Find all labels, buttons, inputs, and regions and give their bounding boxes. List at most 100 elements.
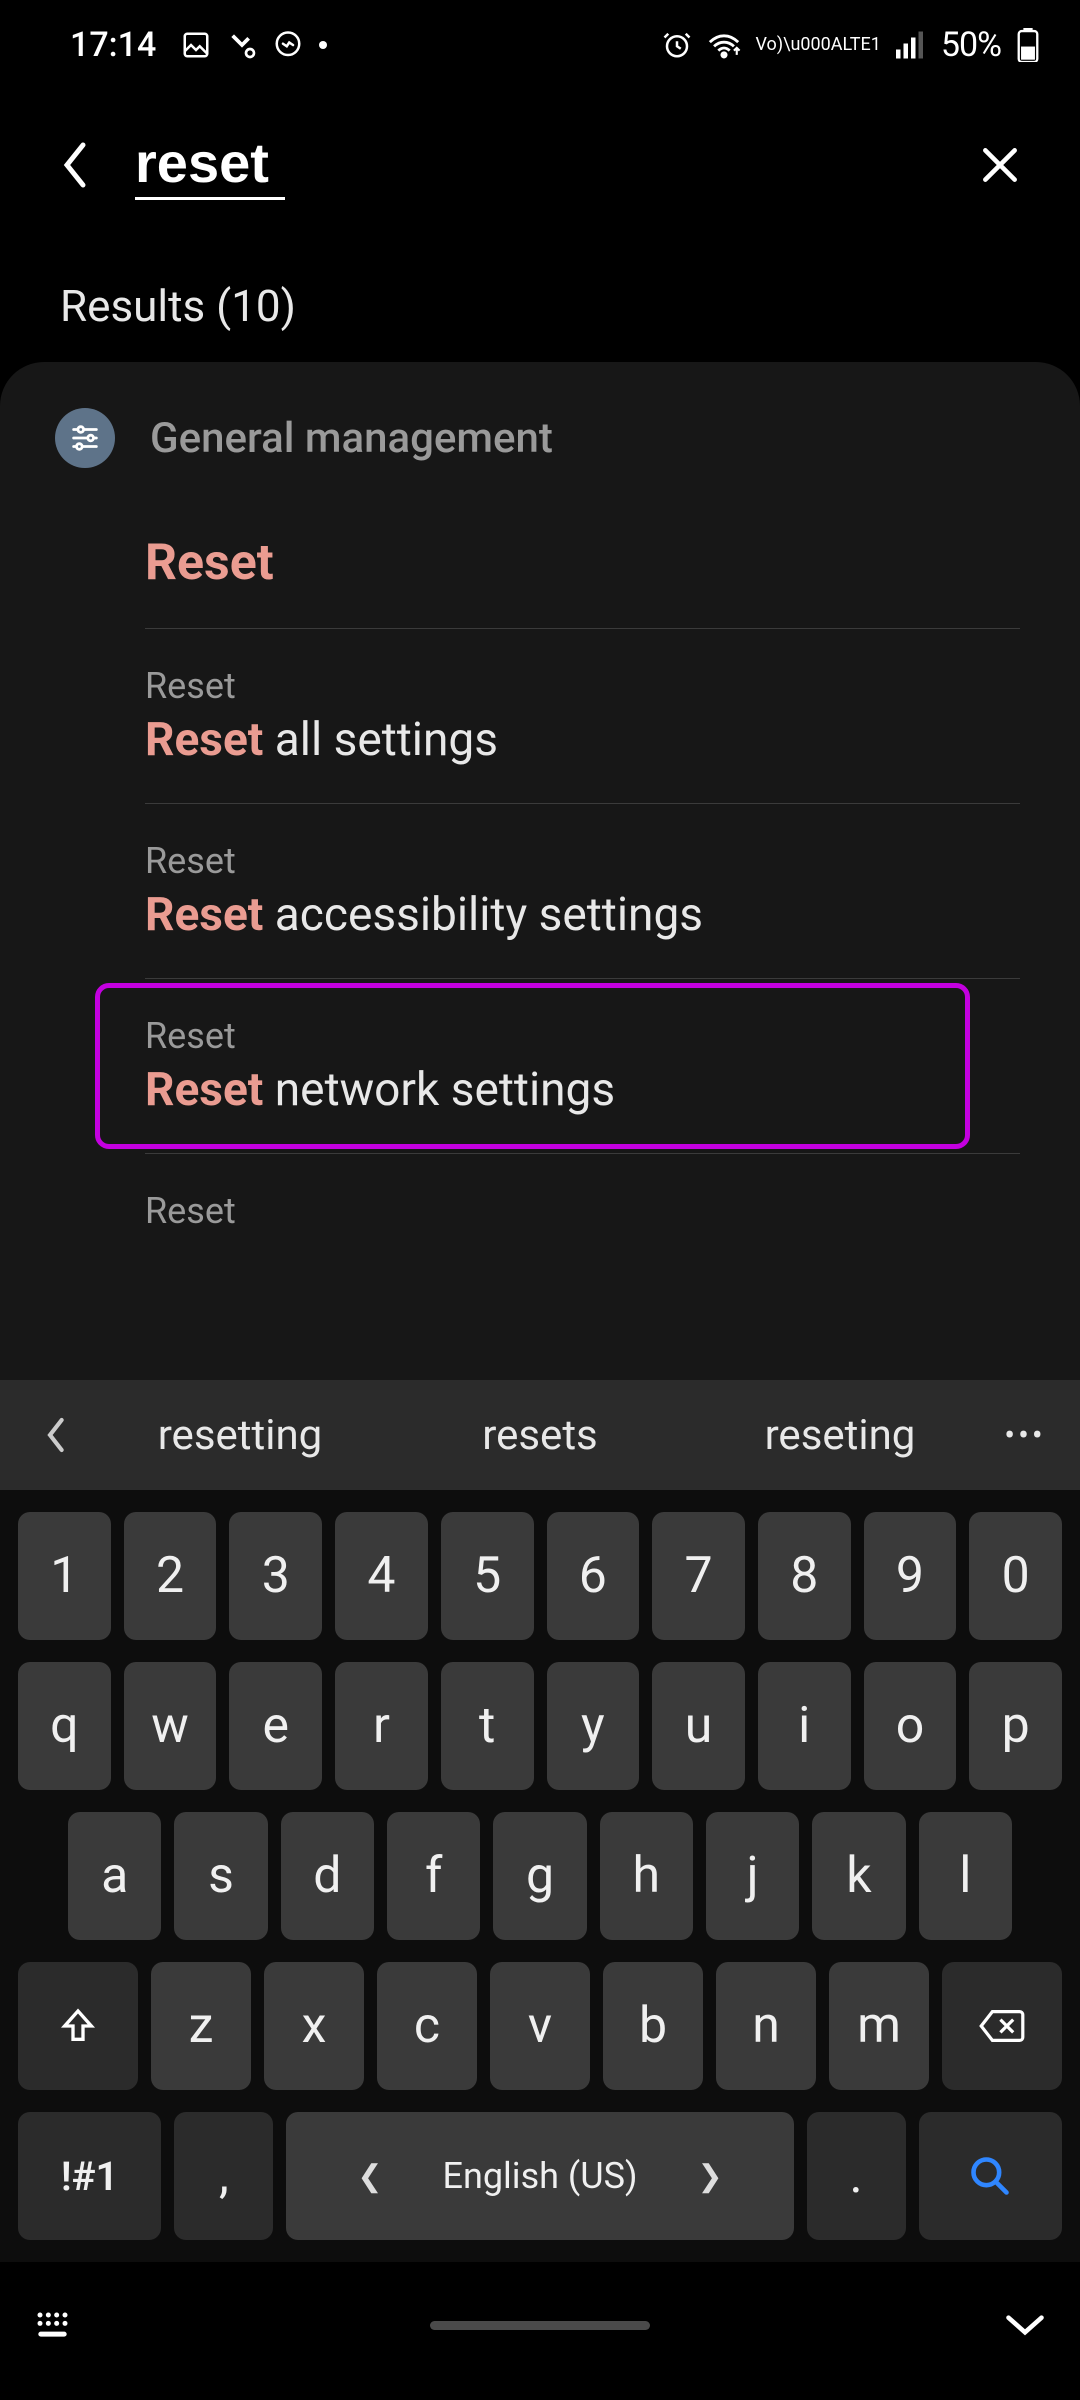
key-g[interactable]: g bbox=[493, 1812, 586, 1940]
suggestion-word-3[interactable]: reseting bbox=[690, 1411, 990, 1460]
result-item-reset-network[interactable]: Reset Reset network settings bbox=[145, 979, 1020, 1154]
key-h[interactable]: h bbox=[600, 1812, 693, 1940]
key-2[interactable]: 2 bbox=[124, 1512, 217, 1640]
key-space[interactable]: ❮ English (US) ❯ bbox=[286, 2112, 793, 2240]
match-highlight: Reset bbox=[145, 888, 263, 942]
key-8[interactable]: 8 bbox=[758, 1512, 851, 1640]
result-item-reset-accessibility[interactable]: Reset Reset accessibility settings bbox=[145, 804, 1020, 979]
clear-search-button[interactable] bbox=[970, 135, 1030, 195]
key-comma[interactable]: , bbox=[174, 2112, 273, 2240]
alarm-icon bbox=[662, 30, 692, 60]
key-n[interactable]: n bbox=[716, 1962, 816, 2090]
lte-icon: Vo)\u000ALTE1 bbox=[756, 36, 881, 54]
suggestion-more-button[interactable]: ••• bbox=[990, 1416, 1060, 1454]
result-breadcrumb: Reset bbox=[145, 665, 1020, 707]
key-9[interactable]: 9 bbox=[864, 1512, 957, 1640]
suggestion-word-1[interactable]: resetting bbox=[90, 1411, 390, 1460]
status-bar: 17:14 Vo)\u000ALTE1 50% bbox=[0, 0, 1080, 90]
kb-row-3: z x c v b n m bbox=[18, 1962, 1062, 2090]
results-panel: General management Reset Reset Reset all… bbox=[0, 362, 1080, 1462]
key-i[interactable]: i bbox=[758, 1662, 851, 1790]
status-time: 17:14 bbox=[70, 25, 156, 65]
key-symbols[interactable]: !#1 bbox=[18, 2112, 161, 2240]
key-f[interactable]: f bbox=[387, 1812, 480, 1940]
key-e[interactable]: e bbox=[229, 1662, 322, 1790]
battery-icon bbox=[1016, 28, 1040, 62]
key-v[interactable]: v bbox=[490, 1962, 590, 2090]
key-w[interactable]: w bbox=[124, 1662, 217, 1790]
missed-call-icon bbox=[226, 29, 258, 61]
key-3[interactable]: 3 bbox=[229, 1512, 322, 1640]
result-breadcrumb: Reset bbox=[145, 840, 1020, 882]
status-left: 17:14 bbox=[70, 25, 328, 65]
result-breadcrumb: Reset bbox=[145, 1015, 1020, 1057]
key-y[interactable]: y bbox=[547, 1662, 640, 1790]
result-item-reset[interactable]: Reset bbox=[145, 498, 1020, 629]
key-l[interactable]: l bbox=[919, 1812, 1012, 1940]
match-highlight: Reset bbox=[145, 534, 274, 592]
status-right: Vo)\u000ALTE1 50% bbox=[662, 25, 1041, 65]
key-p[interactable]: p bbox=[969, 1662, 1062, 1790]
back-button[interactable] bbox=[55, 135, 95, 195]
key-t[interactable]: t bbox=[441, 1662, 534, 1790]
results-count: Results (10) bbox=[0, 240, 1080, 362]
keyboard-suggestion-bar: resetting resets reseting ••• bbox=[0, 1380, 1080, 1490]
kb-row-1: q w e r t y u i o p bbox=[18, 1662, 1062, 1790]
key-c[interactable]: c bbox=[377, 1962, 477, 2090]
key-u[interactable]: u bbox=[652, 1662, 745, 1790]
key-m[interactable]: m bbox=[829, 1962, 929, 2090]
suggestion-back-button[interactable] bbox=[20, 1415, 90, 1455]
signal-icon bbox=[896, 31, 926, 59]
key-z[interactable]: z bbox=[151, 1962, 251, 2090]
key-period[interactable]: . bbox=[807, 2112, 906, 2240]
category-label: General management bbox=[150, 414, 553, 463]
result-item-reset-all[interactable]: Reset Reset all settings bbox=[145, 629, 1020, 804]
key-6[interactable]: 6 bbox=[547, 1512, 640, 1640]
hide-keyboard-button[interactable] bbox=[1000, 2310, 1050, 2340]
kb-row-4: !#1 , ❮ English (US) ❯ . bbox=[18, 2112, 1062, 2240]
kb-row-2: a s d f g h j k l bbox=[18, 1812, 1062, 1940]
key-a[interactable]: a bbox=[68, 1812, 161, 1940]
result-item-partial[interactable]: Reset bbox=[145, 1154, 1020, 1274]
result-text: all settings bbox=[263, 713, 498, 767]
key-0[interactable]: 0 bbox=[969, 1512, 1062, 1640]
keyboard-switch-icon[interactable] bbox=[30, 2310, 80, 2340]
result-breadcrumb: Reset bbox=[145, 1190, 1020, 1232]
key-d[interactable]: d bbox=[281, 1812, 374, 1940]
match-highlight: Reset bbox=[145, 713, 263, 767]
more-notifications-icon bbox=[318, 40, 328, 50]
gallery-icon bbox=[181, 30, 211, 60]
search-header bbox=[0, 90, 1080, 240]
key-o[interactable]: o bbox=[864, 1662, 957, 1790]
search-input[interactable] bbox=[135, 130, 285, 200]
suggestion-word-2[interactable]: resets bbox=[390, 1411, 690, 1460]
chevron-left-icon: ❮ bbox=[357, 2159, 382, 2194]
key-search[interactable] bbox=[919, 2112, 1062, 2240]
result-text: accessibility settings bbox=[263, 888, 703, 942]
wifi-icon bbox=[707, 30, 741, 60]
key-5[interactable]: 5 bbox=[441, 1512, 534, 1640]
key-x[interactable]: x bbox=[264, 1962, 364, 2090]
battery-percent: 50% bbox=[941, 25, 1001, 65]
key-k[interactable]: k bbox=[812, 1812, 905, 1940]
key-r[interactable]: r bbox=[335, 1662, 428, 1790]
result-text: network settings bbox=[263, 1063, 615, 1117]
navigation-bar bbox=[0, 2270, 1080, 2400]
key-4[interactable]: 4 bbox=[335, 1512, 428, 1640]
key-shift[interactable] bbox=[18, 1962, 138, 2090]
key-j[interactable]: j bbox=[706, 1812, 799, 1940]
key-q[interactable]: q bbox=[18, 1662, 111, 1790]
home-indicator[interactable] bbox=[430, 2321, 650, 2330]
key-7[interactable]: 7 bbox=[652, 1512, 745, 1640]
messenger-icon bbox=[273, 30, 303, 60]
key-s[interactable]: s bbox=[174, 1812, 267, 1940]
chevron-right-icon: ❯ bbox=[697, 2159, 722, 2194]
key-b[interactable]: b bbox=[603, 1962, 703, 2090]
kb-number-row: 1 2 3 4 5 6 7 8 9 0 bbox=[18, 1512, 1062, 1640]
result-list: Reset Reset Reset all settings Reset Res… bbox=[145, 498, 1020, 1274]
space-lang-label: English (US) bbox=[443, 2155, 638, 2197]
match-highlight: Reset bbox=[145, 1063, 263, 1117]
category-row[interactable]: General management bbox=[55, 402, 1020, 498]
key-1[interactable]: 1 bbox=[18, 1512, 111, 1640]
key-backspace[interactable] bbox=[942, 1962, 1062, 2090]
